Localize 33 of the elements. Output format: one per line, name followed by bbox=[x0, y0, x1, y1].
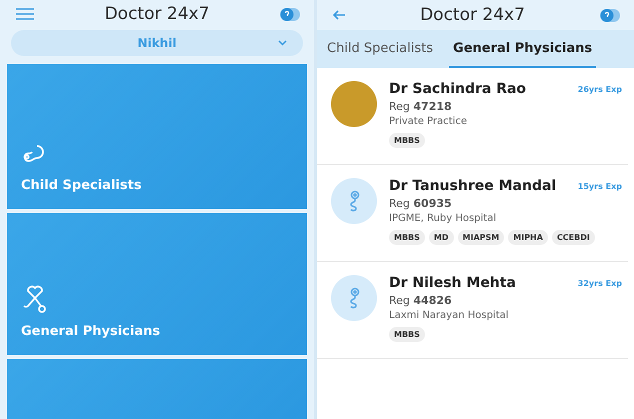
tab[interactable]: Child Specialists bbox=[323, 30, 438, 68]
doctor-name: Dr Tanushree Mandal bbox=[389, 178, 556, 194]
degree-tag: MD bbox=[428, 230, 454, 245]
tab[interactable]: General Physicians bbox=[449, 30, 596, 68]
stethoscope-icon bbox=[21, 284, 49, 314]
caret-icon bbox=[278, 40, 287, 46]
category-card[interactable]: General Physicians bbox=[7, 213, 307, 355]
degree-tag: CCEBDI bbox=[552, 230, 595, 245]
experience-label: 32yrs Exp bbox=[578, 278, 622, 288]
degree-tag: MIPHA bbox=[508, 230, 548, 245]
help-toggle-icon[interactable] bbox=[600, 8, 620, 22]
help-toggle-icon[interactable] bbox=[280, 8, 300, 21]
avatar-photo-placeholder bbox=[331, 81, 377, 127]
practice-name: Private Practice bbox=[389, 116, 468, 127]
experience-label: 15yrs Exp bbox=[578, 182, 622, 190]
degree-tag: MBBS bbox=[389, 133, 425, 148]
practice-name: IPGME, Ruby Hospital bbox=[389, 213, 498, 224]
registration-number: Reg 47218 bbox=[389, 100, 453, 113]
profile-dropdown[interactable]: Nikhil bbox=[11, 30, 303, 56]
doctor-name: Dr Sachindra Rao bbox=[389, 81, 526, 97]
category-card[interactable]: Child Specialists bbox=[7, 64, 307, 209]
practice-name: Laxmi Narayan Hospital bbox=[389, 310, 510, 321]
registration-number: Reg 60935 bbox=[389, 197, 453, 210]
menu-icon[interactable] bbox=[16, 8, 34, 20]
back-arrow-icon[interactable] bbox=[333, 10, 345, 20]
registration-number: Reg 44826 bbox=[389, 294, 453, 307]
degree-tag: MBBS bbox=[389, 327, 425, 342]
doctor-name: Dr Nilesh Mehta bbox=[389, 275, 516, 291]
app-title: Doctor 24x7 bbox=[420, 5, 525, 25]
degree-tag: MIAPSM bbox=[458, 230, 504, 245]
app-title: Doctor 24x7 bbox=[104, 4, 210, 24]
experience-label: 26yrs Exp bbox=[578, 84, 622, 94]
degree-tag: MBBS bbox=[389, 230, 425, 245]
